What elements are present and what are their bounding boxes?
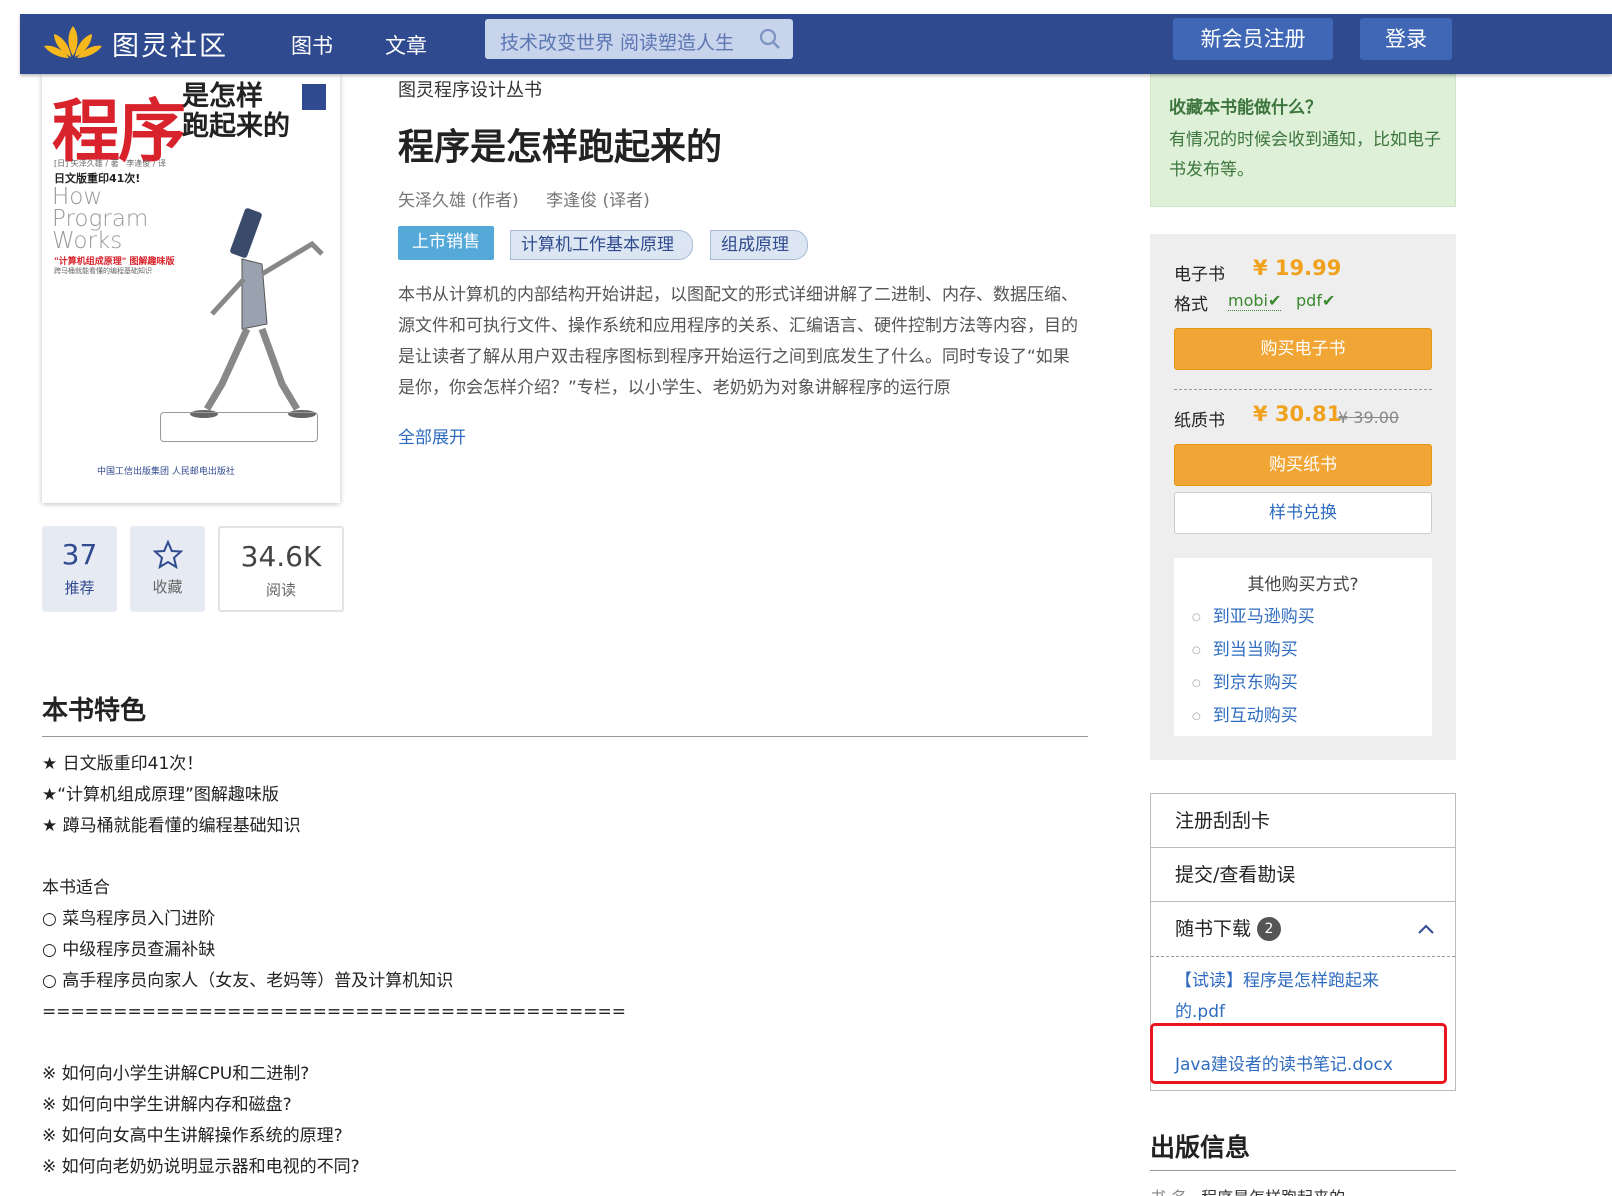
feature-line: 本书适合	[42, 878, 110, 898]
search-placeholder: 技术改变世界 阅读塑造人生	[500, 32, 735, 54]
link-hudong[interactable]: 到互动购买	[1192, 701, 1315, 734]
feature-line: ※ 如何向女高中生讲解操作系统的原理?	[42, 1126, 343, 1146]
feature-line: ○ 菜鸟程序员入门进阶	[42, 909, 216, 929]
nav-books[interactable]: 图书	[291, 30, 333, 60]
feature-line: ※ 如何向老奶奶说明显示器和电视的不同?	[42, 1157, 360, 1177]
cover-title-rest: 是怎样 跑起来的	[182, 81, 290, 142]
expand-all-link[interactable]: 全部展开	[398, 423, 466, 448]
other-purchase-box: 其他购买方式? 到亚马逊购买 到当当购买 到京东购买 到互动购买	[1174, 558, 1432, 736]
book-authors: 矢泽久雄 (作者) 李逢俊 (译者)	[398, 186, 672, 211]
format-mobi[interactable]: mobi✔	[1228, 291, 1282, 311]
lotus-logo-icon	[44, 26, 102, 58]
buy-panel: 电子书 ¥ 19.99 格式 mobi✔ pdf✔ 购买电子书 纸质书 ¥ 30…	[1150, 234, 1456, 760]
read-count: 34.6K	[240, 540, 322, 573]
author-link[interactable]: 矢泽久雄 (作者)	[398, 191, 519, 211]
feature-line: ★ 蹲马桶就能看懂的编程基础知识	[42, 816, 301, 836]
book-description: 本书从计算机的内部结构开始讲起，以图配文的形式详细讲解了二进制、内存、数据压缩、…	[398, 285, 1078, 398]
recommend-label: 推荐	[64, 579, 95, 597]
menu-errata[interactable]: 提交/查看勘误	[1151, 848, 1455, 902]
divider	[1151, 956, 1455, 957]
site-name: 图灵社区	[112, 30, 228, 62]
feature-line: ★“计算机组成原理”图解趣味版	[42, 785, 279, 805]
book-cover-image: 程序 是怎样 跑起来的 [日] 矢泽久雄 / 著 李逢俊 / 译 日文版重印41次…	[42, 74, 340, 503]
cover-credits: [日] 矢泽久雄 / 著 李逢俊 / 译	[54, 159, 166, 168]
favorite-button[interactable]: 收藏	[130, 526, 205, 612]
tag-computer-principles[interactable]: 计算机工作基本原理	[510, 230, 693, 260]
other-purchase-list: 到亚马逊购买 到当当购买 到京东购买 到互动购买	[1192, 602, 1315, 734]
register-button[interactable]: 新会员注册	[1173, 18, 1333, 60]
link-dangdang[interactable]: 到当当购买	[1192, 635, 1315, 668]
read-stat: 34.6K 阅读	[218, 526, 344, 612]
cover-publisher: 中国工信出版集团 人民邮电出版社	[97, 467, 235, 477]
pub-info-row: 书 名 程序是怎样跑起来的	[1150, 1184, 1345, 1196]
top-nav-bar: 图灵社区 图书 文章 技术改变世界 阅读塑造人生 新会员注册 登录	[20, 14, 1612, 74]
cover-english-title: How Program Works	[52, 184, 149, 254]
paper-old-price: ¥ 39.00	[1338, 408, 1400, 427]
ebook-price: ¥ 19.99	[1253, 256, 1342, 280]
login-button[interactable]: 登录	[1360, 18, 1452, 60]
cover-note: 跨马桶就能看懂的编程基础知识	[54, 267, 152, 275]
recommend-count: 37	[61, 538, 98, 571]
turing-badge-icon	[302, 84, 326, 110]
feature-line	[42, 842, 626, 873]
paper-price: ¥ 30.81	[1253, 402, 1342, 426]
features-list: ★ 日文版重印41次！ ★“计算机组成原理”图解趣味版 ★ 蹲马桶就能看懂的编程…	[42, 749, 626, 1183]
feature-line	[42, 1028, 626, 1059]
feature-line: ※ 如何向小学生讲解CPU和二进制?	[42, 1064, 310, 1084]
site-logo[interactable]: 图灵社区	[42, 22, 228, 64]
ebook-label: 电子书	[1174, 265, 1225, 285]
download-count-badge: 2	[1257, 917, 1282, 941]
status-badge: 上市销售	[398, 226, 494, 260]
feature-line: ※ 如何向中学生讲解内存和磁盘?	[42, 1095, 292, 1115]
chevron-up-icon[interactable]	[1417, 920, 1435, 938]
menu-downloads[interactable]: 随书下载 2	[1151, 902, 1455, 956]
other-purchase-title: 其他购买方式?	[1247, 575, 1359, 595]
divider	[42, 736, 1088, 737]
search-icon[interactable]	[759, 28, 781, 50]
recommend-button[interactable]: 37 推荐	[42, 526, 117, 612]
pub-row-label: 书 名	[1150, 1188, 1187, 1196]
sample-exchange-button[interactable]: 样书兑换	[1174, 492, 1432, 534]
favorite-tip-text: 有情况的时候会收到通知，比如电子书发布等。	[1169, 130, 1441, 180]
read-label: 阅读	[265, 581, 296, 599]
feature-line: ★ 日文版重印41次！	[42, 754, 204, 774]
feature-line: ========================================…	[42, 1002, 627, 1022]
translator-link[interactable]: 李逢俊 (译者)	[546, 191, 650, 211]
nav-articles[interactable]: 文章	[385, 30, 427, 60]
buy-ebook-button[interactable]: 购买电子书	[1174, 328, 1432, 370]
paper-label: 纸质书	[1174, 411, 1225, 431]
favorite-tip-title: 收藏本书能做什么？	[1169, 98, 1322, 118]
tag-composition-principles[interactable]: 组成原理	[710, 230, 808, 260]
link-jd[interactable]: 到京东购买	[1192, 668, 1315, 701]
menu-scratch-card[interactable]: 注册刮刮卡	[1151, 794, 1455, 848]
publication-heading: 出版信息	[1150, 1133, 1251, 1162]
star-icon	[152, 539, 183, 570]
divider	[1174, 389, 1432, 390]
feature-line: ○ 高手程序员向家人（女友、老妈等）普及计算机知识	[42, 971, 454, 991]
search-input[interactable]: 技术改变世界 阅读塑造人生	[485, 19, 793, 59]
favorite-label: 收藏	[152, 578, 183, 596]
pub-row-value: 程序是怎样跑起来的	[1201, 1188, 1345, 1196]
favorite-tip-box: 收藏本书能做什么？ 有情况的时候会收到通知，比如电子书发布等。	[1150, 74, 1456, 207]
menu-downloads-label: 随书下载	[1175, 918, 1252, 940]
divider	[1150, 1170, 1456, 1171]
page-title: 程序是怎样跑起来的	[398, 127, 723, 168]
buy-paper-button[interactable]: 购买纸书	[1174, 444, 1432, 486]
format-pdf[interactable]: pdf✔	[1296, 291, 1335, 310]
robot-illustration-icon	[190, 208, 324, 418]
features-heading: 本书特色	[42, 696, 147, 726]
book-series[interactable]: 图灵程序设计丛书	[398, 76, 542, 102]
link-amazon[interactable]: 到亚马逊购买	[1192, 602, 1315, 635]
download-link-trial-pdf[interactable]: 【试读】程序是怎样跑起来的.pdf	[1175, 966, 1415, 1028]
cover-info-box	[160, 412, 318, 442]
feature-line: ○ 中级程序员查漏补缺	[42, 940, 216, 960]
highlight-box	[1150, 1023, 1447, 1084]
format-label: 格式	[1174, 295, 1208, 315]
